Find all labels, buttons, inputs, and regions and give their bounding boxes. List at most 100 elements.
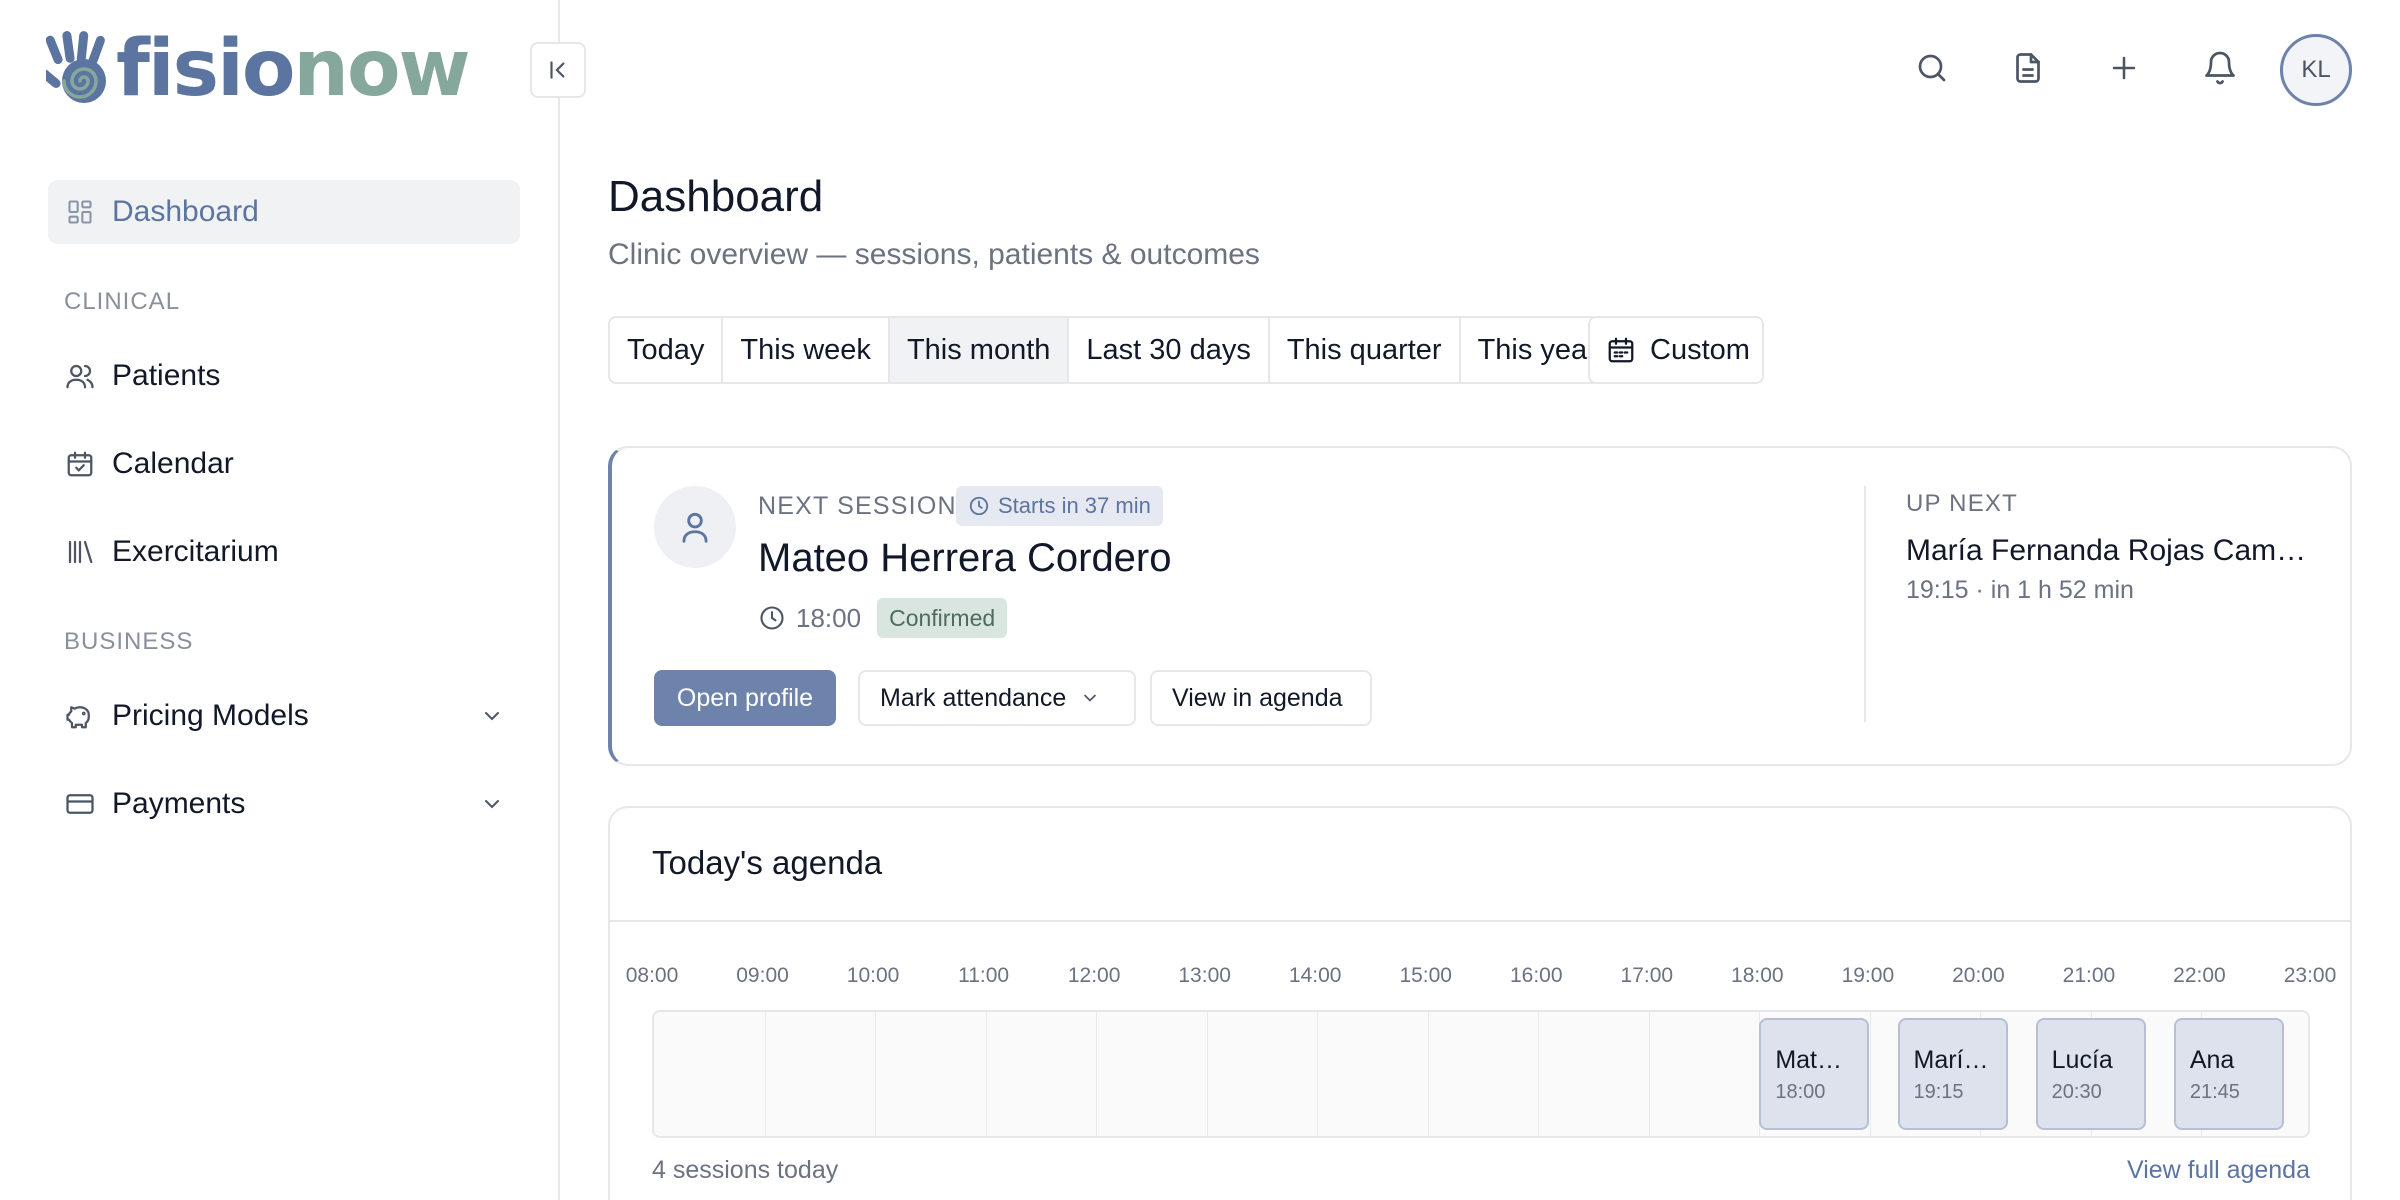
open-profile-button[interactable]: Open profile bbox=[654, 670, 836, 726]
hand-spiral-logo-icon bbox=[46, 31, 106, 103]
sidebar-item-exercitarium[interactable]: Exercitarium bbox=[48, 520, 520, 584]
mark-attendance-dropdown[interactable]: Mark attendance bbox=[858, 670, 1136, 726]
user-avatar[interactable]: KL bbox=[2280, 34, 2352, 106]
sidebar-item-payments[interactable]: Payments bbox=[48, 772, 520, 836]
page-subtitle: Clinic overview — sessions, patients & o… bbox=[608, 238, 1260, 271]
range-this-quarter[interactable]: This quarter bbox=[1270, 318, 1461, 382]
hour-gridline bbox=[1317, 1012, 1319, 1136]
hour-label: 23:00 bbox=[2283, 964, 2337, 987]
hour-label: 11:00 bbox=[958, 964, 1010, 987]
sidebar-item-label: Dashboard bbox=[112, 195, 259, 228]
agenda-divider bbox=[610, 920, 2350, 922]
document-icon bbox=[2016, 53, 2040, 83]
agenda-title: Today's agenda bbox=[652, 844, 883, 881]
hour-label: 14:00 bbox=[1288, 964, 1342, 987]
agenda-timeline: Mateo Herrera Cordero 18:00 María Fernanda… bbox=[652, 1010, 2310, 1138]
notifications-button[interactable] bbox=[2198, 46, 2242, 90]
hour-gridline bbox=[1427, 1012, 1429, 1136]
range-this-week[interactable]: This week bbox=[723, 318, 890, 382]
agenda-event[interactable]: Lucía 20:30 bbox=[2035, 1018, 2146, 1130]
agenda-event[interactable]: Mateo Herrera Cordero 18:00 bbox=[1759, 1018, 1870, 1130]
agenda-event[interactable]: Ana 21:45 bbox=[2173, 1018, 2284, 1130]
view-full-agenda-link[interactable]: View full agenda bbox=[2127, 1156, 2310, 1185]
dashboard-grid-icon bbox=[48, 198, 112, 226]
range-this-month[interactable]: This month bbox=[889, 318, 1070, 382]
agenda-event[interactable]: María Fernanda Rojas Campos 19:15 bbox=[1897, 1018, 2008, 1130]
sidebar-item-label: Calendar bbox=[112, 447, 234, 480]
brand-wordmark: fisionow bbox=[116, 30, 471, 108]
hour-label: 08:00 bbox=[625, 964, 679, 987]
add-button[interactable] bbox=[2102, 46, 2146, 90]
hour-gridline bbox=[1648, 1012, 1650, 1136]
bell-icon bbox=[2205, 51, 2235, 85]
sidebar-item-label: Pricing Models bbox=[112, 699, 309, 732]
brand-logo[interactable]: fisionow bbox=[46, 30, 471, 108]
collapse-left-icon bbox=[550, 61, 565, 79]
chevron-down-icon[interactable] bbox=[480, 704, 504, 728]
hour-label: 10:00 bbox=[846, 964, 900, 987]
card-divider bbox=[1864, 486, 1866, 722]
up-next-label: UP NEXT bbox=[1906, 490, 2018, 517]
session-time: 18:00 bbox=[796, 602, 862, 633]
documents-button[interactable] bbox=[2006, 46, 2050, 90]
hour-label: 18:00 bbox=[1731, 964, 1784, 987]
sidebar-item-label: Exercitarium bbox=[112, 535, 279, 568]
event-time: 19:15 bbox=[1913, 1081, 1964, 1103]
custom-range-button[interactable]: Custom bbox=[1588, 316, 1764, 384]
next-session-card: NEXT SESSION Starts in 37 min Mateo Herr… bbox=[608, 446, 2352, 766]
next-session-label: NEXT SESSION bbox=[758, 492, 957, 520]
hour-gridline bbox=[764, 1012, 766, 1136]
hour-label: 17:00 bbox=[1620, 964, 1674, 987]
custom-range-label: Custom bbox=[1650, 333, 1750, 366]
sidebar-item-dashboard[interactable]: Dashboard bbox=[48, 180, 520, 244]
range-today[interactable]: Today bbox=[610, 318, 724, 382]
event-patient-name: Mateo Herrera Cordero bbox=[1775, 1046, 1853, 1074]
hour-gridline bbox=[875, 1012, 877, 1136]
hour-label: 21:00 bbox=[2062, 964, 2116, 987]
chevron-down-icon[interactable] bbox=[480, 792, 504, 816]
patient-name[interactable]: Mateo Herrera Cordero bbox=[758, 536, 1172, 581]
event-patient-name: María Fernanda Rojas Campos bbox=[1913, 1046, 1992, 1074]
hour-gridline bbox=[1869, 1012, 1871, 1136]
event-patient-name: Lucía bbox=[2051, 1046, 2113, 1074]
hour-label: 13:00 bbox=[1178, 964, 1231, 987]
up-next-time: 19:15 · in 1 h 52 min bbox=[1906, 576, 2134, 604]
brand-part-fisio: fisio bbox=[116, 24, 295, 114]
collapse-sidebar-button[interactable] bbox=[530, 42, 586, 98]
search-button[interactable] bbox=[1910, 46, 1954, 90]
calendar-icon bbox=[1608, 337, 1634, 363]
range-last-30-days[interactable]: Last 30 days bbox=[1069, 318, 1270, 382]
hour-label: 22:00 bbox=[2173, 964, 2226, 987]
date-range-selector: Today This week This month Last 30 days … bbox=[608, 316, 1616, 384]
starts-in-text: Starts in 37 min bbox=[998, 493, 1151, 518]
hour-label: 12:00 bbox=[1067, 964, 1121, 987]
up-next-patient-name[interactable]: María Fernanda Rojas Campos bbox=[1906, 534, 2316, 568]
clock-icon bbox=[760, 606, 784, 630]
search-icon bbox=[1918, 54, 1946, 82]
chevron-down-icon bbox=[1084, 694, 1097, 702]
library-icon bbox=[48, 537, 112, 567]
hour-label: 09:00 bbox=[736, 964, 789, 987]
sidebar-item-label: Payments bbox=[112, 787, 246, 820]
clock-icon bbox=[969, 496, 989, 516]
mark-attendance-label: Mark attendance bbox=[880, 683, 1067, 712]
status-badge: Confirmed bbox=[877, 598, 1008, 638]
sidebar-item-pricing-models[interactable]: Pricing Models bbox=[48, 684, 520, 748]
hour-label: 20:00 bbox=[1952, 964, 2005, 987]
event-patient-name: Ana bbox=[2189, 1046, 2235, 1074]
piggy-bank-icon bbox=[48, 701, 112, 731]
section-label-clinical: CLINICAL bbox=[64, 288, 181, 315]
credit-card-icon bbox=[48, 789, 112, 819]
hour-gridline bbox=[1096, 1012, 1098, 1136]
sidebar-item-label: Patients bbox=[112, 359, 221, 392]
sessions-count: 4 sessions today bbox=[652, 1156, 839, 1184]
hour-gridline bbox=[985, 1012, 987, 1136]
event-time: 21:45 bbox=[2189, 1081, 2240, 1103]
hour-label: 19:00 bbox=[1841, 964, 1895, 987]
sidebar: fisionow Dashboard CLINICAL Patients Cal… bbox=[0, 0, 560, 1200]
sidebar-item-patients[interactable]: Patients bbox=[48, 344, 520, 408]
hour-label: 16:00 bbox=[1509, 964, 1563, 987]
view-in-agenda-button[interactable]: View in agenda bbox=[1150, 670, 1372, 726]
plus-icon bbox=[2112, 56, 2136, 80]
sidebar-item-calendar[interactable]: Calendar bbox=[48, 432, 520, 496]
